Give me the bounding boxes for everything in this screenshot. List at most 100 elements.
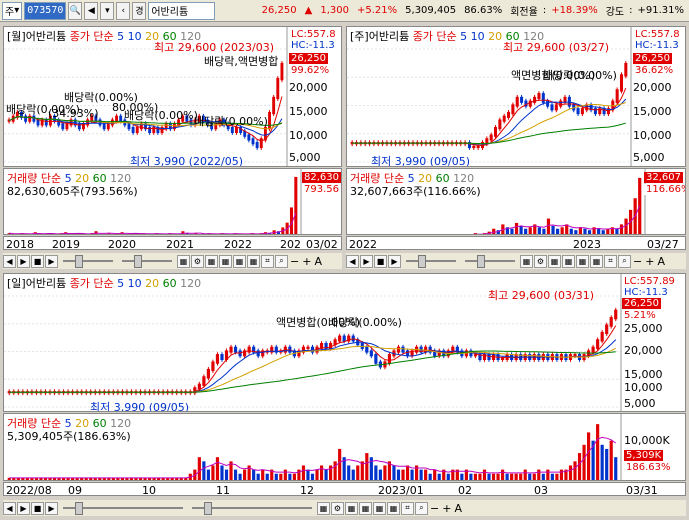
- zoom-out-button[interactable]: −: [429, 502, 440, 515]
- monthly-volume-chart[interactable]: 거래량 단순 5 20 60 120 82,630,605주(793.56%) …: [3, 168, 342, 235]
- volume-ratio: 86.63%: [464, 5, 503, 16]
- volume-bar: [220, 465, 224, 480]
- scroll-left-icon[interactable]: ◀: [3, 501, 16, 515]
- volume-bar: [288, 473, 292, 480]
- auto-scale-button[interactable]: A: [656, 255, 666, 268]
- stock-toolbar: 주 ▾ 073570 🔍 ◀ ▾ ‹ 경 어반리튬 26,250 ▲ 1,300 …: [0, 0, 689, 22]
- mode-select[interactable]: 주 ▾: [2, 1, 23, 20]
- auto-scale-button[interactable]: A: [453, 502, 463, 515]
- zoom-slider[interactable]: [465, 255, 515, 268]
- x-tick: 2022: [224, 238, 252, 250]
- zoom-slider[interactable]: [122, 255, 172, 268]
- x-tick: 2019: [52, 238, 80, 250]
- range-slider[interactable]: [63, 502, 183, 515]
- stop-icon[interactable]: ■: [374, 254, 387, 268]
- volume-bar: [256, 473, 260, 480]
- volume-bar: [537, 227, 541, 234]
- event-annotation: 배당락(0.00%): [543, 69, 617, 82]
- price-tag: 26,250: [289, 53, 328, 64]
- volume-bar: [446, 473, 450, 480]
- daily-price-chart[interactable]: [일]어반리튬 종가 단순 5 10 20 60 120 최고 29,600 (…: [3, 273, 686, 412]
- candle: [520, 96, 524, 103]
- grid-icon[interactable]: ▦: [590, 254, 603, 268]
- pct-tag: 36.62%: [633, 65, 676, 76]
- jump-end-icon[interactable]: ▶: [388, 254, 401, 268]
- volume-bar: [528, 227, 532, 234]
- grid-icon[interactable]: ▦: [247, 254, 260, 268]
- volume-tag: 82,630: [302, 172, 341, 183]
- daily-volume-chart[interactable]: 거래량 단순 5 20 60 120 5,309,405주(186.63%) 1…: [3, 413, 686, 481]
- volume-bar: [473, 233, 478, 234]
- candle: [387, 354, 392, 364]
- range-slider[interactable]: [406, 255, 456, 268]
- crosshair-icon[interactable]: ⌗: [401, 501, 414, 515]
- auto-scale-button[interactable]: A: [313, 255, 323, 268]
- stock-code-input[interactable]: 073570: [24, 1, 67, 20]
- grid-icon[interactable]: ▦: [205, 254, 218, 268]
- grid-icon[interactable]: ▦: [576, 254, 589, 268]
- grid-icon[interactable]: ▦: [345, 501, 358, 515]
- monthly-price-chart[interactable]: [월]어반리튬 종가 단순 5 10 20 60 120 최고 29,600 (…: [3, 26, 342, 167]
- volume-bar: [86, 234, 89, 235]
- volume-bar: [405, 465, 410, 480]
- volume-bar: [202, 461, 206, 480]
- zoom-in-button[interactable]: +: [441, 502, 452, 515]
- volume-bar: [519, 225, 523, 234]
- grid-icon[interactable]: ▦: [387, 501, 400, 515]
- magnifier-icon[interactable]: ⌕: [275, 254, 288, 268]
- candle: [546, 100, 550, 107]
- volume-y-tick: 10,000K: [624, 434, 670, 447]
- scroll-right-icon[interactable]: ▶: [17, 254, 30, 268]
- zoom-in-button[interactable]: +: [301, 255, 312, 268]
- range-slider[interactable]: [63, 255, 113, 268]
- jump-end-icon[interactable]: ▶: [45, 254, 58, 268]
- ma-line: [352, 87, 627, 146]
- candle: [127, 123, 131, 130]
- grid-icon[interactable]: ▦: [520, 254, 533, 268]
- x-current-date: 03/27: [647, 238, 679, 250]
- volume-bar: [51, 234, 54, 235]
- zoom-slider[interactable]: [192, 502, 312, 515]
- grid-icon[interactable]: ▦: [562, 254, 575, 268]
- magnifier-icon[interactable]: ⌕: [415, 501, 428, 515]
- volume-bar: [301, 465, 306, 480]
- settings-icon[interactable]: ⚙: [534, 254, 547, 268]
- volume-bar: [199, 234, 202, 235]
- grid-icon[interactable]: ▦: [548, 254, 561, 268]
- volume-bar: [514, 222, 519, 234]
- settings-icon[interactable]: ⚙: [331, 501, 344, 515]
- zoom-out-button[interactable]: −: [289, 255, 300, 268]
- search-icon[interactable]: 🔍: [68, 1, 83, 20]
- weekly-volume-chart[interactable]: 거래량 단순 5 20 60 120 32,607,663주(116.66%) …: [346, 168, 686, 235]
- grid-icon[interactable]: ▦: [317, 501, 330, 515]
- volume-bar: [274, 473, 278, 480]
- chevron-down-icon[interactable]: ▾: [100, 1, 115, 20]
- magnifier-icon[interactable]: ⌕: [618, 254, 631, 268]
- grid-icon[interactable]: ▦: [233, 254, 246, 268]
- grid-icon[interactable]: ▦: [219, 254, 232, 268]
- stop-icon[interactable]: ■: [31, 254, 44, 268]
- settings-icon[interactable]: ⚙: [191, 254, 204, 268]
- chevron-left-icon[interactable]: ‹: [116, 1, 131, 20]
- grid-icon[interactable]: ▦: [177, 254, 190, 268]
- grid-icon[interactable]: ▦: [373, 501, 386, 515]
- volume-bar: [25, 234, 28, 235]
- stop-icon[interactable]: ■: [31, 501, 44, 515]
- speaker-icon[interactable]: ◀: [84, 1, 99, 20]
- jump-end-icon[interactable]: ▶: [45, 501, 58, 515]
- scroll-left-icon[interactable]: ◀: [3, 254, 16, 268]
- grid-icon[interactable]: ▦: [359, 501, 372, 515]
- mode-label: 주: [5, 7, 15, 18]
- scroll-left-icon[interactable]: ◀: [346, 254, 359, 268]
- weekly-price-chart[interactable]: [주]어반리튬 종가 단순 5 10 20 60 120 최고 29,600 (…: [346, 26, 686, 167]
- crosshair-icon[interactable]: ⌗: [604, 254, 617, 268]
- volume-bar: [347, 465, 351, 480]
- y-tick: 15,000: [633, 105, 672, 118]
- zoom-out-button[interactable]: −: [632, 255, 643, 268]
- scroll-right-icon[interactable]: ▶: [17, 501, 30, 515]
- volume-bar: [383, 465, 387, 480]
- scroll-right-icon[interactable]: ▶: [360, 254, 373, 268]
- zoom-in-button[interactable]: +: [644, 255, 655, 268]
- crosshair-icon[interactable]: ⌗: [261, 254, 274, 268]
- volume-bar: [551, 225, 555, 234]
